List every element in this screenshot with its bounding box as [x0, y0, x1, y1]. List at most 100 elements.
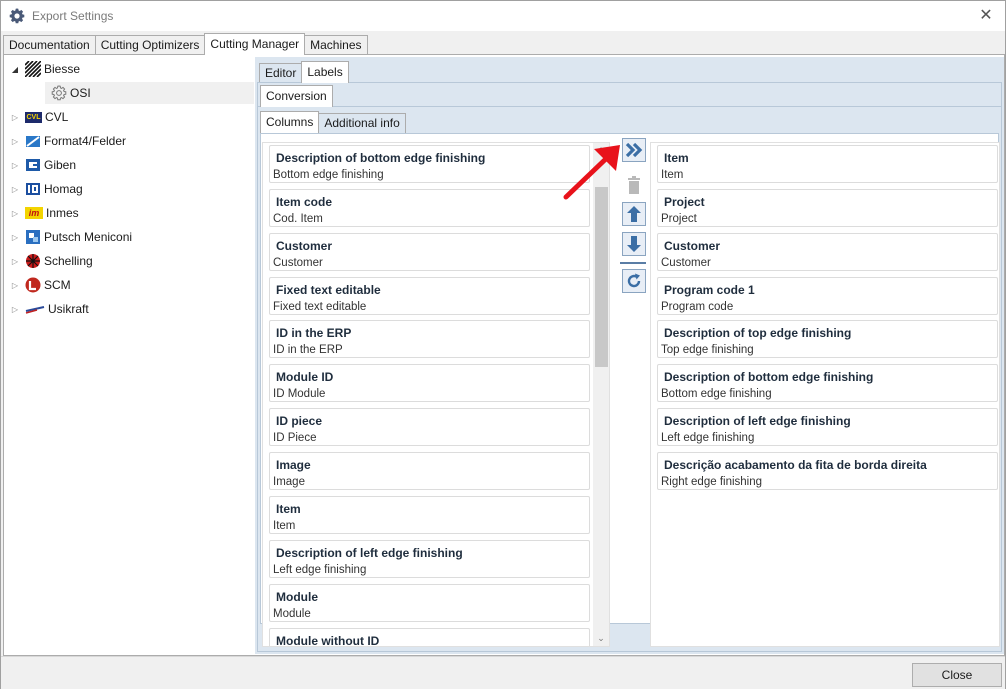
schelling-logo-icon — [25, 253, 41, 269]
column-subtitle: Right edge finishing — [661, 476, 763, 488]
move-down-button[interactable] — [622, 232, 646, 256]
arrow-down-icon — [627, 236, 641, 252]
column-title: Program code 1 — [664, 283, 755, 297]
list-item[interactable]: Description of bottom edge finishing Bot… — [657, 364, 998, 402]
column-subtitle: Customer — [661, 257, 711, 269]
list-item[interactable]: Module Module — [269, 584, 590, 622]
tree-item-inmes[interactable]: ▷ im Inmes — [10, 202, 254, 224]
collapsed-triangle-icon[interactable]: ▷ — [10, 305, 20, 314]
column-title: Item — [664, 151, 689, 165]
tree-item-biesse[interactable]: ◢ Biesse — [10, 58, 254, 80]
scroll-down-arrow-icon[interactable]: ⌄ — [593, 630, 609, 646]
expanded-triangle-icon[interactable]: ◢ — [10, 65, 20, 74]
list-item[interactable]: Fixed text editable Fixed text editable — [269, 277, 590, 315]
available-columns-list[interactable]: Description of bottom edge finishing Bot… — [262, 142, 610, 647]
tree-item-homag[interactable]: ▷ Homag — [10, 178, 254, 200]
available-list-scrollbar[interactable]: ⌃ ⌄ — [593, 143, 609, 646]
usikraft-logo-icon — [25, 301, 45, 317]
list-item[interactable]: Program code 1 Program code — [657, 277, 998, 315]
columns-tab-strip: Columns Additional info — [260, 111, 406, 133]
tree-item-label: Schelling — [44, 254, 93, 268]
list-item[interactable]: ID in the ERP ID in the ERP — [269, 320, 590, 358]
list-item[interactable]: Description of left edge finishing Left … — [657, 408, 998, 446]
tree-item-cvl[interactable]: ▷ CVL CVL — [10, 106, 254, 128]
list-item[interactable]: Item code Cod. Item — [269, 189, 590, 227]
list-item[interactable]: Item Item — [657, 145, 998, 183]
tree-item-label: Format4/Felder — [44, 134, 127, 148]
tree-item-putsch-meniconi[interactable]: ▷ Putsch Meniconi — [10, 226, 254, 248]
cutting-manager-panel: ◢ Biesse OSI ▷ CVL CVL ▷ Format4/Felder … — [3, 54, 1005, 656]
column-title: Image — [276, 458, 311, 472]
tree-item-label: Inmes — [46, 206, 79, 220]
tab-cutting-manager[interactable]: Cutting Manager — [204, 33, 306, 55]
collapsed-triangle-icon[interactable]: ▷ — [10, 161, 20, 170]
list-item[interactable]: ID piece ID Piece — [269, 408, 590, 446]
list-item[interactable]: Customer Customer — [657, 233, 998, 271]
arrow-up-icon — [627, 206, 641, 222]
export-settings-window: Export Settings ✕ Documentation Cutting … — [0, 0, 1006, 689]
column-title: Module — [276, 590, 318, 604]
list-item[interactable]: Module without ID — [269, 628, 590, 647]
collapsed-triangle-icon[interactable]: ▷ — [10, 185, 20, 194]
tree-item-format4-felder[interactable]: ▷ Format4/Felder — [10, 130, 254, 152]
column-title: Item code — [276, 195, 333, 209]
list-item[interactable]: Project Project — [657, 189, 998, 227]
column-subtitle: Project — [661, 213, 697, 225]
collapsed-triangle-icon[interactable]: ▷ — [10, 281, 20, 290]
tree-item-usikraft[interactable]: ▷ Usikraft — [10, 298, 254, 320]
column-subtitle: Fixed text editable — [273, 301, 367, 313]
window-title: Export Settings — [32, 9, 114, 23]
column-title: Description of bottom edge finishing — [664, 370, 874, 384]
collapsed-triangle-icon[interactable]: ▷ — [10, 209, 20, 218]
collapsed-triangle-icon[interactable]: ▷ — [10, 257, 20, 266]
scroll-up-arrow-icon[interactable]: ⌃ — [593, 143, 609, 159]
tab-labels[interactable]: Labels — [301, 61, 349, 83]
double-chevron-right-icon — [625, 142, 643, 158]
list-item[interactable]: Customer Customer — [269, 233, 590, 271]
list-item[interactable]: Description of top edge finishing Top ed… — [657, 320, 998, 358]
column-title: ID in the ERP — [276, 326, 352, 340]
collapsed-triangle-icon[interactable]: ▷ — [10, 137, 20, 146]
tab-columns[interactable]: Columns — [260, 111, 320, 133]
collapsed-triangle-icon[interactable]: ▷ — [10, 233, 20, 242]
scroll-thumb[interactable] — [595, 187, 608, 367]
manufacturer-tree: ◢ Biesse OSI ▷ CVL CVL ▷ Format4/Felder … — [4, 55, 254, 655]
column-subtitle: Bottom edge finishing — [661, 388, 772, 400]
list-item[interactable]: Module ID ID Module — [269, 364, 590, 402]
tab-editor[interactable]: Editor — [259, 63, 303, 83]
tab-additional-info[interactable]: Additional info — [318, 113, 406, 133]
trash-icon — [628, 176, 640, 194]
list-item[interactable]: Description of left edge finishing Left … — [269, 540, 590, 578]
editor-tab-strip: Editor Labels — [259, 61, 349, 83]
add-column-button[interactable] — [622, 138, 646, 162]
scm-logo-icon — [25, 277, 41, 293]
tree-item-label: CVL — [45, 110, 69, 124]
move-up-button[interactable] — [622, 202, 646, 226]
reset-columns-button[interactable] — [622, 269, 646, 293]
window-close-button[interactable]: ✕ — [977, 7, 995, 25]
tree-item-schelling[interactable]: ▷ Schelling — [10, 250, 254, 272]
cvl-logo-icon: CVL — [25, 111, 42, 123]
delete-column-button[interactable] — [622, 173, 646, 197]
format4-logo-icon — [25, 133, 41, 149]
collapsed-triangle-icon[interactable]: ▷ — [10, 113, 20, 122]
giben-logo-icon — [25, 157, 41, 173]
tab-cutting-optimizers[interactable]: Cutting Optimizers — [94, 35, 206, 55]
column-subtitle: Module — [273, 608, 311, 620]
tab-documentation[interactable]: Documentation — [3, 35, 96, 55]
selected-columns-list[interactable]: Item Item Project Project Customer Custo… — [650, 142, 1000, 647]
list-item[interactable]: Descrição acabamento da fita de borda di… — [657, 452, 998, 490]
tab-conversion[interactable]: Conversion — [260, 85, 333, 107]
column-title: Module without ID — [276, 634, 380, 647]
column-title: Description of left edge finishing — [276, 546, 463, 560]
list-item[interactable]: Image Image — [269, 452, 590, 490]
list-item[interactable]: Item Item — [269, 496, 590, 534]
close-button[interactable]: Close — [912, 663, 1002, 687]
column-subtitle: ID in the ERP — [273, 344, 343, 356]
column-subtitle: Left edge finishing — [273, 564, 367, 576]
tree-item-osi[interactable]: OSI — [45, 82, 254, 104]
tree-item-giben[interactable]: ▷ Giben — [10, 154, 254, 176]
list-item[interactable]: Description of bottom edge finishing Bot… — [269, 145, 590, 183]
tree-item-scm[interactable]: ▷ SCM — [10, 274, 254, 296]
tab-machines[interactable]: Machines — [304, 35, 368, 55]
